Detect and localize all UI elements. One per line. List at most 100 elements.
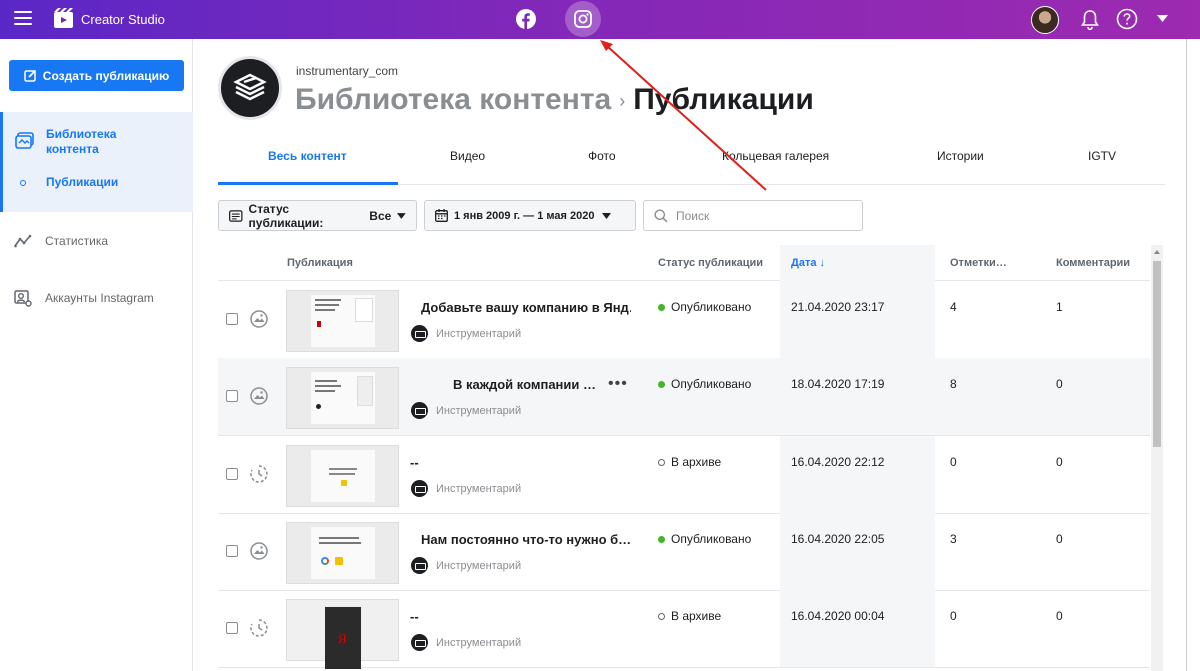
sorted-column-cell xyxy=(780,590,935,667)
col-publication[interactable]: Публикация xyxy=(287,257,353,269)
row-checkbox[interactable] xyxy=(226,545,238,557)
photo-type-icon xyxy=(250,310,268,328)
post-comments-count: 0 xyxy=(1056,455,1063,469)
row-checkbox[interactable] xyxy=(226,313,238,325)
post-author: Инструментарий xyxy=(411,480,521,497)
status-filter-dropdown[interactable]: Статус публикации: Все xyxy=(218,200,417,231)
sidebar-item-stats[interactable]: Статистика xyxy=(14,234,108,248)
list-icon xyxy=(229,209,243,222)
table-scrollbar[interactable] xyxy=(1151,245,1163,671)
table-row[interactable]: Добавьте вашу компанию в Янд… Инструмент… xyxy=(218,281,1150,359)
instagram-icon xyxy=(574,10,592,28)
thumbnail-image xyxy=(311,372,375,424)
facebook-icon[interactable] xyxy=(516,9,536,29)
date-range-value: 1 янв 2009 г. — 1 мая 2020 г xyxy=(454,209,596,222)
date-range-dropdown[interactable]: 1 янв 2009 г. — 1 мая 2020 г xyxy=(424,200,636,231)
post-comments-count: 0 xyxy=(1056,609,1063,623)
menu-icon[interactable] xyxy=(14,11,32,25)
row-checkbox[interactable] xyxy=(226,468,238,480)
status-dot xyxy=(658,303,665,311)
col-status[interactable]: Статус публикации xyxy=(658,257,763,269)
post-title[interactable]: -- xyxy=(410,609,620,624)
post-author: Инструментарий xyxy=(411,634,521,651)
tab-video[interactable]: Видео xyxy=(450,149,485,163)
sidebar-item-stats-label: Статистика xyxy=(45,234,109,248)
col-tags[interactable]: Отметки… xyxy=(950,257,1007,269)
status-badge: Опубликовано xyxy=(658,300,751,314)
sidebar-item-library[interactable]: Библиотека контента Публикации xyxy=(0,112,193,212)
post-tags-count: 4 xyxy=(950,300,957,314)
table-row[interactable]: Я -- Инструментарий В архиве 16.04.2020 … xyxy=(218,590,1150,669)
account-logo xyxy=(218,56,282,120)
search-placeholder: Поиск xyxy=(676,208,710,223)
post-thumbnail[interactable] xyxy=(286,290,399,352)
tab-carousel[interactable]: Кольцевая галерея xyxy=(722,149,829,163)
post-author: Инструментарий xyxy=(411,325,521,342)
table-row[interactable]: Нам постоянно что-то нужно б… Инструмент… xyxy=(218,513,1150,591)
scroll-up-icon[interactable] xyxy=(1151,247,1163,257)
post-thumbnail[interactable] xyxy=(286,445,399,507)
post-title[interactable]: Добавьте вашу компанию в Янд… xyxy=(421,300,631,315)
status-label: В архиве xyxy=(671,455,722,469)
chevron-down-icon[interactable] xyxy=(1157,15,1168,22)
post-date: 16.04.2020 00:04 xyxy=(791,609,885,623)
account-mini-logo xyxy=(411,557,428,574)
row-checkbox[interactable] xyxy=(226,390,238,402)
post-thumbnail[interactable]: Я xyxy=(286,599,399,669)
search-input[interactable]: Поиск xyxy=(643,200,863,231)
photo-type-icon xyxy=(250,387,268,405)
page-edge xyxy=(1186,39,1187,671)
status-dot xyxy=(658,535,665,543)
breadcrumb-separator: › xyxy=(619,90,626,111)
create-post-label: Создать публикацию xyxy=(42,68,170,83)
scrollbar-thumb[interactable] xyxy=(1153,261,1161,447)
breadcrumb: Библиотека контента › Публикации xyxy=(295,83,814,117)
table-row[interactable]: В каждой компании … ••• Инструментарий О… xyxy=(218,358,1150,436)
help-icon[interactable] xyxy=(1116,8,1138,30)
post-title[interactable]: Нам постоянно что-то нужно б… xyxy=(421,532,631,547)
account-mini-logo xyxy=(411,402,428,419)
sidebar-item-publications[interactable]: Публикации xyxy=(46,175,118,189)
post-title[interactable]: В каждой компании … xyxy=(453,377,603,392)
bell-icon[interactable] xyxy=(1080,9,1100,31)
post-comments-count: 1 xyxy=(1056,300,1063,314)
status-filter-value: Все xyxy=(369,208,392,223)
active-tab-indicator xyxy=(218,182,398,185)
status-label: Опубликовано xyxy=(671,532,752,546)
app-title: Creator Studio xyxy=(81,12,165,27)
post-author-label: Инструментарий xyxy=(436,482,522,495)
tab-all-content[interactable]: Весь контент xyxy=(268,149,347,163)
tab-stories[interactable]: Истории xyxy=(937,149,984,163)
story-type-icon xyxy=(250,465,268,483)
more-options-icon[interactable]: ••• xyxy=(608,375,628,393)
sidebar-item-accounts[interactable]: Аккаунты Instagram xyxy=(14,289,154,307)
post-tags-count: 0 xyxy=(950,455,957,469)
post-tags-count: 0 xyxy=(950,609,957,623)
create-post-button[interactable]: Создать публикацию xyxy=(9,60,184,91)
post-thumbnail[interactable] xyxy=(286,522,399,584)
tab-photo[interactable]: Фото xyxy=(588,149,616,163)
edit-icon xyxy=(24,69,36,82)
tab-igtv[interactable]: IGTV xyxy=(1088,149,1116,163)
post-author: Инструментарий xyxy=(411,402,521,419)
table-header: Публикация Статус публикации Дата ↓ Отме… xyxy=(218,245,1150,281)
chart-icon xyxy=(14,234,32,248)
table-row[interactable]: -- Инструментарий В архиве 16.04.2020 22… xyxy=(218,436,1150,514)
breadcrumb-library[interactable]: Библиотека контента xyxy=(295,83,611,116)
avatar[interactable] xyxy=(1031,6,1059,34)
chevron-down-icon xyxy=(397,212,406,219)
sorted-column-cell xyxy=(780,513,935,590)
row-checkbox[interactable] xyxy=(226,622,238,634)
post-author-label: Инструментарий xyxy=(436,404,522,417)
post-title[interactable]: -- xyxy=(410,455,620,470)
chevron-down-icon xyxy=(602,212,611,219)
account-mini-logo xyxy=(411,480,428,497)
circle-icon xyxy=(20,180,26,186)
sorted-column-cell xyxy=(780,436,935,513)
post-tags-count: 8 xyxy=(950,377,957,391)
post-thumbnail[interactable] xyxy=(286,367,399,429)
instagram-tab[interactable] xyxy=(565,1,601,37)
col-comments[interactable]: Комментарии xyxy=(1056,257,1130,269)
col-date[interactable]: Дата ↓ xyxy=(791,257,825,269)
status-dot xyxy=(658,612,665,620)
